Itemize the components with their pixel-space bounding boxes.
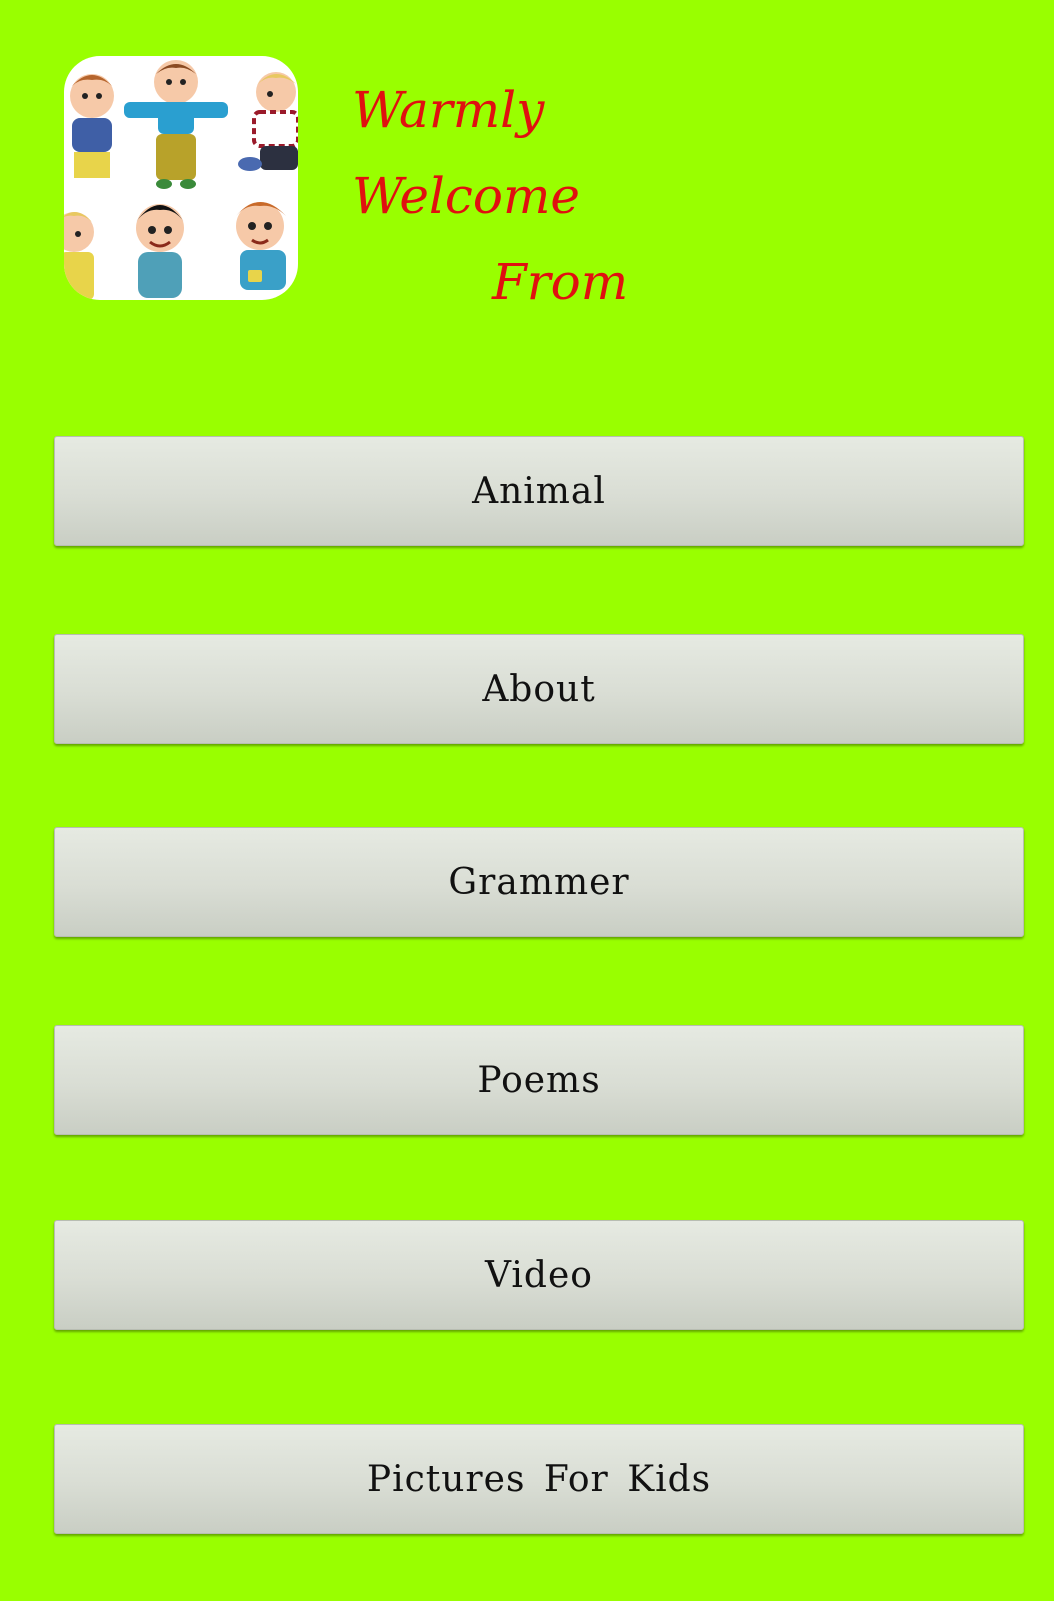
poems-button[interactable]: Poems <box>54 1025 1024 1135</box>
about-button-label: About <box>482 668 596 710</box>
about-button[interactable]: About <box>54 634 1024 744</box>
grammer-button[interactable]: Grammer <box>54 827 1024 937</box>
grammer-button-label: Grammer <box>448 861 630 903</box>
cartoon-kids-icon <box>64 60 298 300</box>
welcome-line-welcome: Welcome <box>352 167 581 225</box>
pictures-for-kids-button[interactable]: Pictures For Kids <box>54 1424 1024 1534</box>
video-button[interactable]: Video <box>54 1220 1024 1330</box>
animal-button-label: Animal <box>472 470 606 512</box>
poems-button-label: Poems <box>477 1059 601 1101</box>
welcome-line-from: From <box>492 253 629 311</box>
kids-logo-image <box>64 56 298 300</box>
welcome-line-warmly: Warmly <box>352 81 545 139</box>
animal-button[interactable]: Animal <box>54 436 1024 546</box>
pictures-for-kids-button-label: Pictures For Kids <box>366 1458 712 1500</box>
video-button-label: Video <box>485 1254 593 1296</box>
